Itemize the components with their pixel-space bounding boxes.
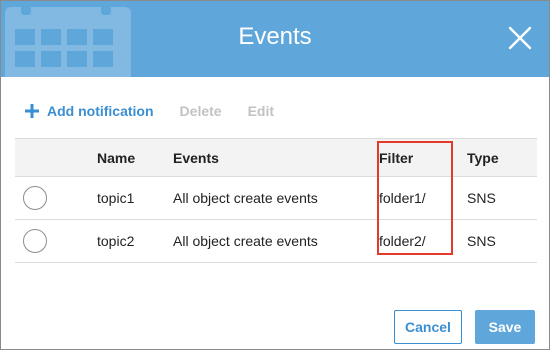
add-notification-button[interactable]: Add notification [25, 103, 154, 119]
notifications-table: Name Events Filter Type topic1 All objec… [15, 138, 537, 263]
toolbar: Add notification Delete Edit [25, 101, 274, 121]
save-button[interactable]: Save [475, 310, 535, 344]
table-row[interactable]: topic2 All object create events folder2/… [15, 219, 537, 263]
dialog-title: Events [238, 23, 312, 50]
events-dialog: Events Add notification Delete Edit Name… [0, 0, 550, 350]
filter-column-header[interactable]: Filter [379, 138, 467, 177]
table-row[interactable]: topic1 All object create events folder1/… [15, 176, 537, 220]
select-column-header [15, 138, 97, 177]
add-notification-label: Add notification [47, 103, 154, 119]
table-header-row: Name Events Filter Type [15, 138, 537, 177]
events-cell: All object create events [173, 176, 379, 220]
delete-button[interactable]: Delete [180, 103, 222, 119]
row-select-radio[interactable] [23, 229, 47, 253]
cancel-button[interactable]: Cancel [394, 310, 462, 344]
events-cell: All object create events [173, 219, 379, 263]
edit-button[interactable]: Edit [248, 103, 274, 119]
type-cell: SNS [467, 219, 537, 263]
type-cell: SNS [467, 176, 537, 220]
name-column-header[interactable]: Name [97, 138, 173, 177]
row-select-radio[interactable] [23, 186, 47, 210]
name-cell: topic1 [97, 176, 173, 220]
events-column-header[interactable]: Events [173, 138, 379, 177]
type-column-header[interactable]: Type [467, 138, 537, 177]
name-cell: topic2 [97, 219, 173, 263]
close-icon[interactable] [507, 25, 533, 51]
filter-cell: folder1/ [379, 176, 467, 220]
plus-icon [25, 104, 39, 118]
filter-cell: folder2/ [379, 219, 467, 263]
dialog-header: Events [1, 1, 549, 77]
